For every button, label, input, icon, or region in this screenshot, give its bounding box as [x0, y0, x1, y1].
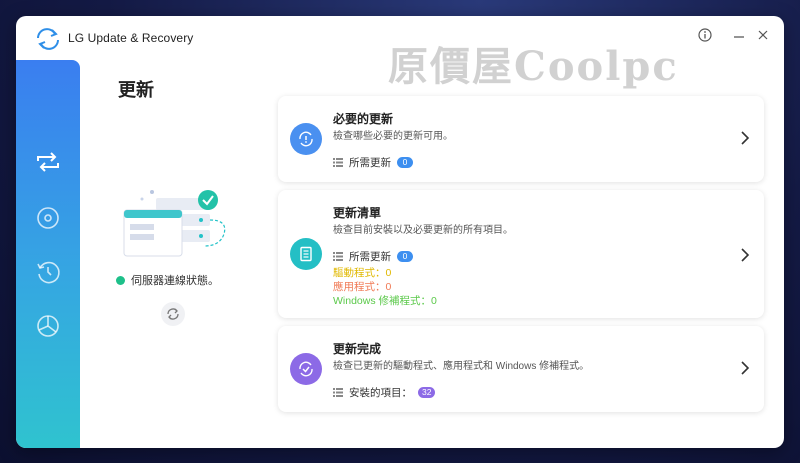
- app-window: LG Update & Recovery 原價屋Coolpc 更新 伺服器連線狀…: [16, 16, 784, 448]
- count-label: 所需更新: [349, 157, 391, 169]
- status-dot-icon: [116, 275, 125, 285]
- chevron-right-icon: [741, 361, 750, 375]
- count-badge: 0: [397, 251, 413, 262]
- update-list-card[interactable]: 更新清單 檢查目前安裝以及必要更新的所有項目。 所需更新 0 驅動程式：0 應用…: [278, 190, 764, 318]
- list-icon: [333, 158, 343, 167]
- document-list-icon: [300, 246, 312, 262]
- required-updates-card[interactable]: 必要的更新 檢查哪些必要的更新可用。 所需更新 0: [278, 96, 764, 182]
- card-desc: 檢查哪些必要的更新可用。: [333, 131, 453, 142]
- card-count-line: 安裝的項目： 32: [333, 385, 436, 400]
- server-status: 伺服器連線狀態。: [116, 272, 219, 288]
- update-completed-card[interactable]: 更新完成 檢查已更新的驅動程式、應用程式和 Windows 修補程式。 安裝的項…: [278, 326, 764, 412]
- server-connection-illustration: [123, 190, 226, 257]
- apps-count: 應用程式：0: [333, 281, 392, 293]
- count-badge: 32: [418, 387, 436, 398]
- info-icon: [698, 28, 712, 42]
- sidebar-item-recovery[interactable]: [32, 202, 64, 234]
- card-title: 更新清單: [333, 206, 382, 220]
- card-title: 更新完成: [333, 342, 382, 356]
- refresh-icon: [167, 308, 179, 320]
- list-icon: [333, 388, 343, 397]
- app-title: LG Update & Recovery: [68, 31, 194, 45]
- card-icon-required: [290, 123, 322, 155]
- info-button[interactable]: [696, 26, 714, 44]
- pie-chart-icon: [37, 315, 59, 337]
- card-icon-completed: [290, 353, 322, 385]
- chevron-right-icon: [741, 131, 750, 145]
- count-label: 安裝的項目：: [349, 387, 412, 399]
- card-desc: 檢查已更新的驅動程式、應用程式和 Windows 修補程式。: [333, 361, 590, 372]
- card-count-line: 所需更新 0: [333, 155, 413, 170]
- sync-update-icon: [37, 152, 59, 172]
- minimize-icon: [734, 36, 744, 38]
- chevron-right-icon: [741, 248, 750, 262]
- close-icon: [758, 30, 768, 40]
- sidebar: [16, 60, 80, 448]
- card-desc: 檢查目前安裝以及必要更新的所有項目。: [333, 225, 513, 236]
- sidebar-item-update[interactable]: [32, 146, 64, 178]
- sidebar-item-dashboard[interactable]: [32, 310, 64, 342]
- history-clock-icon: [37, 261, 60, 284]
- drivers-count: 驅動程式：0: [333, 267, 392, 279]
- card-icon-list: [290, 238, 322, 270]
- alert-sync-icon: [299, 131, 313, 147]
- server-status-text: 伺服器連線狀態。: [131, 275, 219, 287]
- card-title: 必要的更新: [333, 112, 394, 126]
- windows-patches-count: Windows 修補程式：0: [333, 295, 437, 307]
- count-label: 所需更新: [349, 251, 391, 263]
- sidebar-item-history[interactable]: [32, 256, 64, 288]
- page-title: 更新: [118, 80, 154, 100]
- watermark: 原價屋Coolpc: [388, 43, 679, 90]
- card-count-line: 所需更新 0: [333, 249, 413, 264]
- check-sync-icon: [299, 361, 313, 377]
- refresh-button[interactable]: [161, 302, 185, 326]
- close-button[interactable]: [754, 26, 772, 44]
- disc-recovery-icon: [37, 207, 59, 229]
- title-bar: LG Update & Recovery 原價屋Coolpc: [16, 16, 784, 90]
- app-logo-icon: [37, 28, 59, 50]
- list-icon: [333, 252, 343, 261]
- minimize-button[interactable]: [730, 26, 748, 44]
- count-badge: 0: [397, 157, 413, 168]
